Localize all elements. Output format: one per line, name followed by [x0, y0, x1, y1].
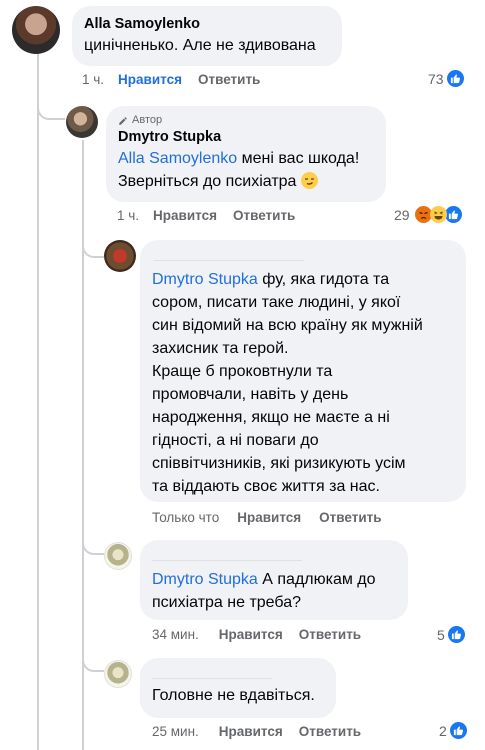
reaction-number: 29 [394, 206, 410, 223]
thread-line-main [37, 52, 39, 750]
comment-time[interactable]: Только что [152, 510, 219, 525]
reply-button[interactable]: Ответить [198, 72, 260, 87]
author-badge-label: Автор [132, 114, 163, 126]
author-name-redacted [154, 249, 304, 261]
like-reaction-icon [446, 70, 464, 87]
reaction-number: 73 [428, 70, 444, 87]
mention-link[interactable]: Dmytro Stupka [152, 271, 258, 288]
comment-text-line: Зверніться до психіатра [118, 173, 297, 190]
comment-actions: 25 мин. Нравится Ответить [152, 724, 361, 739]
comment-text-line: А падлюкам до [257, 571, 376, 588]
reaction-number: 5 [437, 626, 445, 643]
comment-text: Alla Samoylenko мені вас шкода! [118, 147, 374, 170]
comment-text: народження, якщо не маєте а ні [152, 409, 390, 426]
comment-text-line: фу, яка гидота та [257, 271, 390, 288]
reaction-count[interactable]: 29 [394, 206, 462, 223]
like-reaction-icon [447, 626, 465, 643]
thread-line-connector [37, 96, 65, 120]
thread-line-connector-2 [82, 226, 104, 258]
comment-text: Dmytro Stupka фу, яка гидота та [152, 268, 454, 291]
thread-line-connector-4 [82, 645, 104, 672]
author-name-redacted [152, 667, 272, 679]
comment-actions: 34 мин. Нравится Ответить [152, 627, 361, 642]
reply-button[interactable]: Ответить [233, 208, 295, 223]
mention-link[interactable]: Alla Samoylenko [118, 150, 237, 167]
comment-time[interactable]: 1 ч. [82, 72, 104, 87]
comment-text: промовчали, навіть у день [152, 386, 349, 403]
reaction-count[interactable]: 73 [428, 70, 464, 87]
reply-button[interactable]: Ответить [299, 627, 361, 642]
like-button[interactable]: Нравится [237, 510, 301, 525]
like-button[interactable]: Нравится [153, 208, 217, 223]
avatar[interactable] [66, 106, 98, 138]
comment-time[interactable]: 34 мин. [152, 627, 199, 642]
author-badge: Автор [118, 113, 374, 128]
comment-actions: 1 ч. Нравится Ответить [117, 208, 295, 223]
reaction-number: 2 [439, 722, 447, 739]
comment-text: Краще б проковтнули та [152, 363, 333, 380]
reaction-count[interactable]: 2 [439, 722, 467, 739]
comment-bubble: Dmytro Stupka фу, яка гидота та сором, п… [140, 240, 466, 502]
like-reaction-icon [449, 722, 467, 739]
comment-text: сором, писати таке людині, у якої [152, 294, 401, 311]
comment-text: Зверніться до психіатра [118, 170, 374, 193]
comment-bubble: Dmytro Stupka А падлюкам до психіатра не… [140, 540, 408, 620]
comment-text: Dmytro Stupka А падлюкам до [152, 568, 396, 591]
like-button[interactable]: Нравится [219, 627, 283, 642]
comment-text-line: мені вас шкода! [237, 150, 360, 167]
like-reaction-icon [444, 206, 462, 223]
haha-reaction-icon [429, 206, 447, 223]
comment-text: Головне не вдавіться. [152, 687, 315, 704]
author-name-redacted [152, 549, 302, 561]
comment-text: психіатра не треба? [152, 594, 301, 611]
mention-link[interactable]: Dmytro Stupka [152, 571, 258, 588]
smirk-emoji-icon [300, 172, 318, 189]
comment-author[interactable]: Alla Samoylenko [84, 15, 330, 34]
comment-text: захисник та герой. [152, 340, 289, 357]
reaction-count[interactable]: 5 [437, 626, 465, 643]
like-button[interactable]: Нравится [219, 724, 283, 739]
avatar[interactable] [12, 6, 60, 54]
like-button[interactable]: Нравится [118, 72, 182, 87]
comment-text: співвітчизників, які ризикують усім [152, 455, 406, 472]
avatar[interactable] [104, 660, 132, 688]
comment-text: цинічненько. Але не здивована [84, 37, 316, 54]
comment-author[interactable]: Dmytro Stupka [118, 128, 374, 147]
reply-button[interactable]: Ответить [299, 724, 361, 739]
comment-actions: 1 ч. Нравится Ответить [82, 72, 260, 87]
comment-text: та віддають своє життя за нас. [152, 478, 380, 495]
avatar[interactable] [104, 240, 136, 272]
thread-line-connector-3 [82, 530, 104, 555]
comment-bubble: Alla Samoylenko цинічненько. Але не здив… [72, 6, 342, 66]
comment-bubble: Головне не вдавіться. [140, 658, 336, 718]
avatar[interactable] [104, 542, 132, 570]
reply-button[interactable]: Ответить [319, 510, 381, 525]
comment-text: гідності, а ні поваги до [152, 432, 319, 449]
pencil-icon [119, 116, 127, 125]
comment-time[interactable]: 1 ч. [117, 208, 139, 223]
comment-text: син відомий на всю країну як мужній [152, 317, 423, 334]
comment-time[interactable]: 25 мин. [152, 724, 199, 739]
comment-actions: Только что Нравится Ответить [152, 510, 382, 525]
comment-bubble: Автор Dmytro Stupka Alla Samoylenko мені… [106, 106, 386, 202]
